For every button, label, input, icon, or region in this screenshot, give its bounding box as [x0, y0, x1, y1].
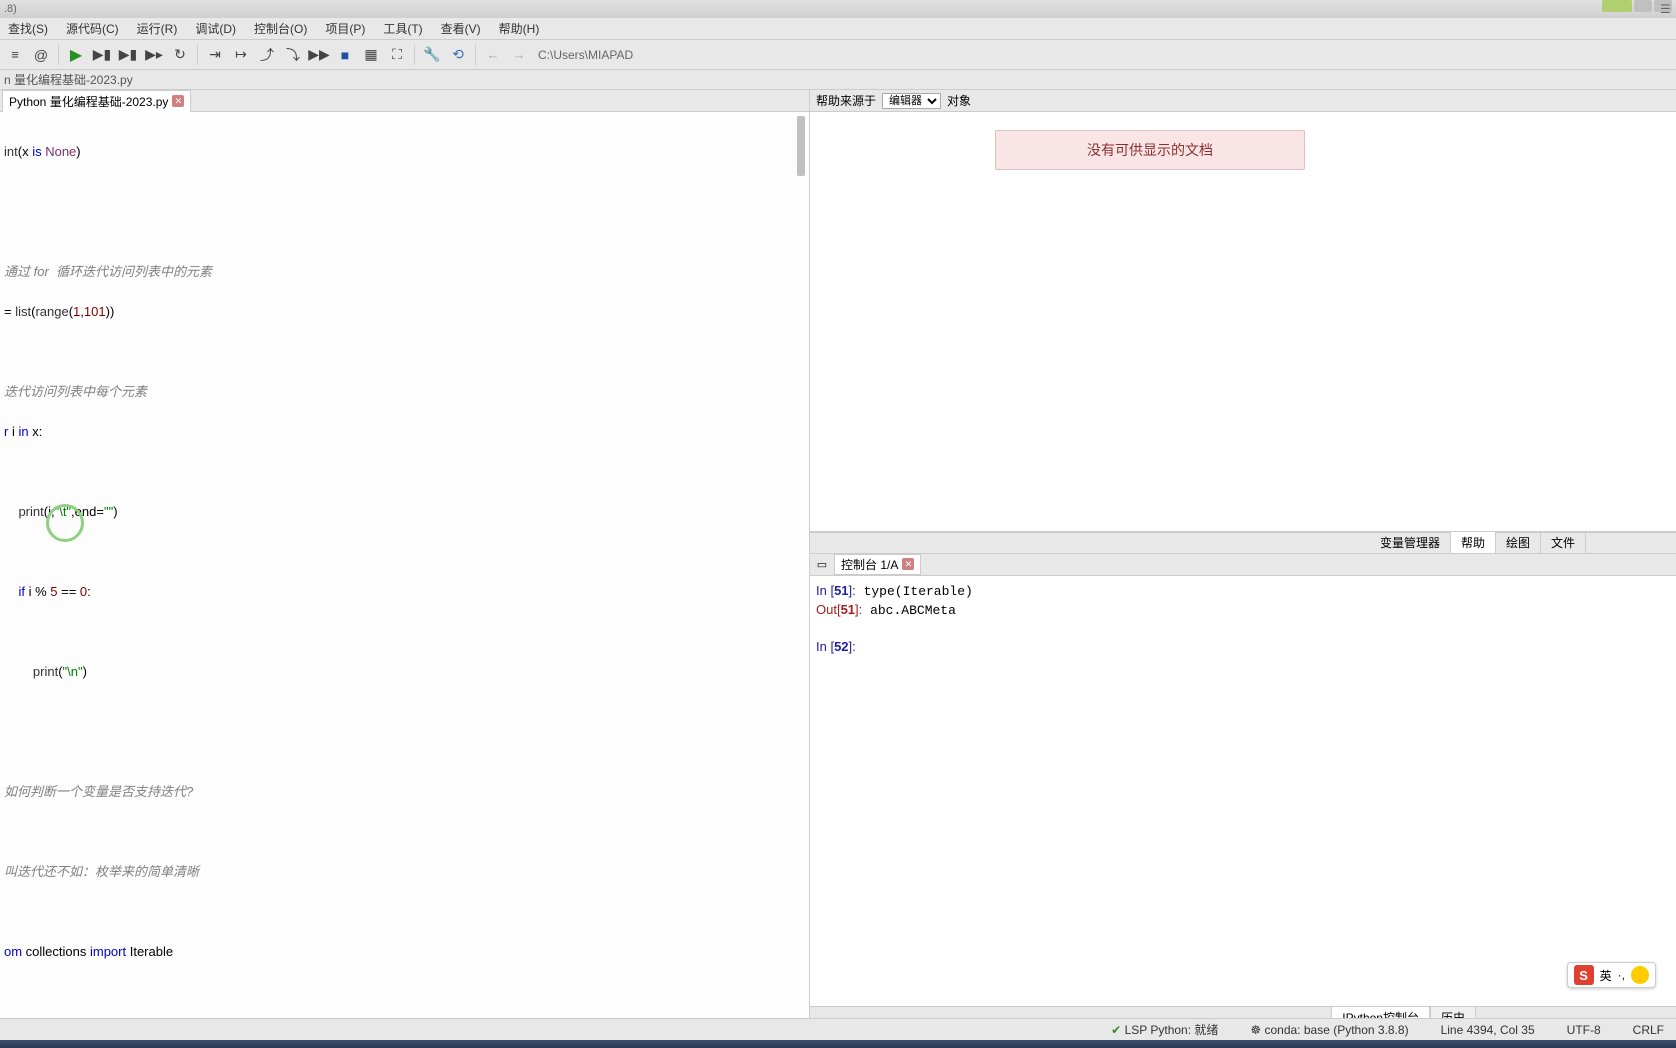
menu-view[interactable]: 查看(V)	[437, 18, 485, 39]
title-bar: .8)	[0, 0, 1676, 18]
status-lsp[interactable]: ✔ LSP Python: 就绪	[1105, 1021, 1224, 1038]
menu-source[interactable]: 源代码(C)	[62, 18, 123, 39]
run-icon[interactable]: ▶	[65, 44, 87, 66]
separator-icon	[197, 45, 198, 65]
console-tab-bar: ▭ 控制台 1/A ✕	[810, 554, 1676, 576]
debug-over-icon[interactable]: ⤴	[256, 44, 278, 66]
debug-step-icon[interactable]: ⇥	[204, 44, 226, 66]
menu-run[interactable]: 运行(R)	[133, 18, 182, 39]
editor-options-icon[interactable]: ☰	[1660, 2, 1674, 16]
run-cell-icon[interactable]: ▶▮	[91, 44, 113, 66]
rerun-icon[interactable]: ↻	[169, 44, 191, 66]
editor-column: Python 量化编程基础-2023.py ✕ ☰ int(x is None)…	[0, 90, 810, 1028]
editor-scrollbar[interactable]	[797, 116, 807, 176]
run-cell-advance-icon[interactable]: ▶▮	[117, 44, 139, 66]
no-doc-message: 没有可供显示的文档	[995, 130, 1305, 170]
menu-bar: 查找(S) 源代码(C) 运行(R) 调试(D) 控制台(O) 项目(P) 工具…	[0, 18, 1676, 40]
tab-variable-explorer[interactable]: 变量管理器	[1370, 532, 1451, 553]
console-collapse-icon[interactable]: ▭	[814, 556, 830, 572]
tab-plots[interactable]: 绘图	[1496, 532, 1541, 553]
help-header: 帮助来源于 编辑器 对象	[810, 90, 1676, 112]
status-eol[interactable]: CRLF	[1627, 1023, 1670, 1037]
editor-tab-active[interactable]: Python 量化编程基础-2023.py ✕	[2, 90, 191, 112]
help-source-select[interactable]: 编辑器	[882, 93, 941, 109]
status-encoding[interactable]: UTF-8	[1561, 1023, 1607, 1037]
debug-continue-icon[interactable]: ▶▶	[308, 44, 330, 66]
editor-tab-label: Python 量化编程基础-2023.py	[9, 93, 168, 110]
status-linecol[interactable]: Line 4394, Col 35	[1435, 1023, 1541, 1037]
code-comment: 迭代访问列表中每个元素	[4, 382, 805, 402]
fullscreen-icon[interactable]: ⛶	[386, 44, 408, 66]
main-area: Python 量化编程基础-2023.py ✕ ☰ int(x is None)…	[0, 90, 1676, 1028]
run-selection-icon[interactable]: ▶▸	[143, 44, 165, 66]
editor-tab-bar: Python 量化编程基础-2023.py ✕ ☰	[0, 90, 809, 112]
menu-debug[interactable]: 调试(D)	[191, 18, 240, 39]
sogou-icon: S	[1574, 965, 1594, 985]
toolbar: ≡ @ ▶ ▶▮ ▶▮ ▶▸ ↻ ⇥ ↦ ⤴ ⤵ ▶▶ ■ ▦ ⛶ 🔧 ⟲ ← …	[0, 40, 1676, 70]
debug-file-icon[interactable]: ▦	[360, 44, 382, 66]
code-comment: 通过 for 循环迭代访问列表中的元素	[4, 262, 805, 282]
menu-tools[interactable]: 工具(T)	[379, 18, 426, 39]
console-tab-close-icon[interactable]: ✕	[902, 558, 914, 570]
working-dir-path[interactable]: C:\Users\MIAPAD	[534, 48, 633, 62]
menu-help[interactable]: 帮助(H)	[495, 18, 544, 39]
separator-icon	[475, 45, 476, 65]
ime-lang-label: 英	[1600, 967, 1612, 984]
debug-into-icon[interactable]: ↦	[230, 44, 252, 66]
status-bar: ✔ LSP Python: 就绪 ☸ conda: base (Python 3…	[0, 1018, 1676, 1040]
help-body: 没有可供显示的文档	[810, 112, 1676, 532]
python-path-icon[interactable]: ⟲	[447, 44, 469, 66]
at-icon[interactable]: @	[30, 44, 52, 66]
maximize-button[interactable]	[1634, 0, 1652, 12]
menu-search[interactable]: 查找(S)	[4, 18, 52, 39]
status-conda[interactable]: ☸ conda: base (Python 3.8.8)	[1244, 1023, 1414, 1037]
right-panel-tabs: 变量管理器 帮助 绘图 文件	[810, 532, 1676, 554]
breadcrumb-strip: n 量化编程基础-2023.py	[0, 70, 1676, 90]
ime-indicator[interactable]: S 英 ·,	[1567, 962, 1656, 988]
code-comment: 叫迭代还不如：枚举来的简单清晰	[4, 862, 805, 882]
code-editor[interactable]: int(x is None) 通过 for 循环迭代访问列表中的元素 = lis…	[0, 112, 809, 1028]
debug-out-icon[interactable]: ⤵	[282, 44, 304, 66]
title-text: .8)	[4, 0, 17, 18]
separator-icon	[58, 45, 59, 65]
right-column: 帮助来源于 编辑器 对象 没有可供显示的文档 变量管理器 帮助 绘图 文件 ▭ …	[810, 90, 1676, 1028]
console-tab-active[interactable]: 控制台 1/A ✕	[834, 554, 921, 575]
preferences-icon[interactable]: 🔧	[421, 44, 443, 66]
forward-icon[interactable]: →	[508, 44, 530, 66]
breadcrumb-text: n 量化编程基础-2023.py	[4, 71, 133, 88]
console-tab-label: 控制台 1/A	[841, 556, 898, 573]
code-comment: 如何判断一个变量是否支持迭代?	[4, 782, 805, 802]
ime-emoji-icon[interactable]	[1631, 966, 1649, 984]
stop-icon[interactable]: ■	[334, 44, 356, 66]
help-label-prefix: 帮助来源于	[816, 92, 876, 109]
taskbar[interactable]	[0, 1040, 1676, 1048]
back-icon[interactable]: ←	[482, 44, 504, 66]
outline-icon[interactable]: ≡	[4, 44, 26, 66]
menu-console[interactable]: 控制台(O)	[250, 18, 311, 39]
menu-project[interactable]: 项目(P)	[321, 18, 369, 39]
separator-icon	[414, 45, 415, 65]
tab-help[interactable]: 帮助	[1451, 532, 1496, 553]
tab-files[interactable]: 文件	[1541, 532, 1586, 553]
help-object-label: 对象	[947, 92, 971, 109]
minimize-button[interactable]	[1602, 0, 1632, 12]
ime-punct-icon: ·,	[1618, 968, 1625, 982]
ipython-console[interactable]: In [51]: type(Iterable) Out[51]: abc.ABC…	[810, 576, 1676, 1007]
tab-close-icon[interactable]: ✕	[172, 95, 184, 107]
